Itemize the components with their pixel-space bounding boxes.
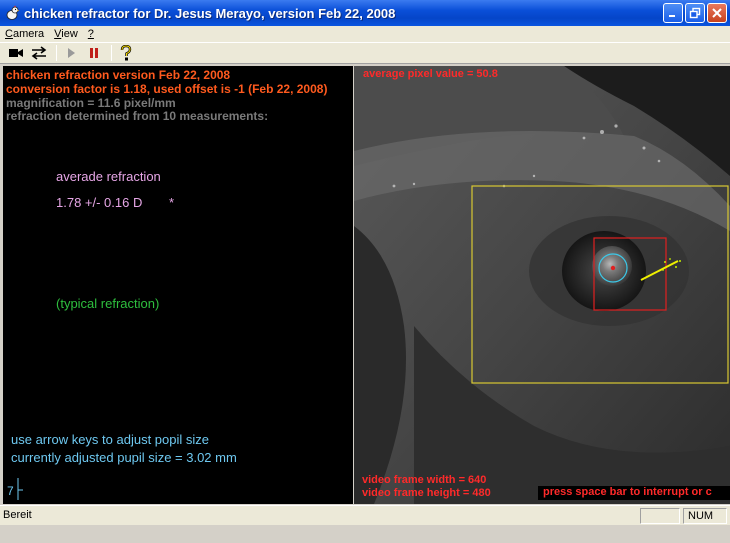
pupil-hint-text: use arrow keys to adjust popil size [11,432,209,447]
average-refraction-value: 1.78 +/- 0.16 D [56,195,143,210]
camera-view[interactable]: average pixel value = 50.8 video frame w… [354,66,730,504]
status-pane-empty [640,508,680,524]
window-controls [663,3,727,23]
frame-width-text: video frame width = 640 [362,474,487,486]
pause-button[interactable] [84,44,104,62]
title-bar[interactable]: chicken refractor for Dr. Jesus Merayo, … [0,0,730,26]
refraction-info-panel: chicken refraction version Feb 22, 2008 … [3,66,353,504]
conversion-text: conversion factor is 1.18, used offset i… [6,82,328,96]
app-window: chicken refractor for Dr. Jesus Merayo, … [0,0,730,543]
version-text: chicken refraction version Feb 22, 2008 [6,68,231,82]
toolbar [0,42,730,64]
menu-help-label: ? [87,28,94,40]
help-icon [120,45,132,61]
status-text: Bereit [3,509,32,521]
status-bar: Bereit NUM [0,505,730,525]
close-button[interactable] [707,3,727,23]
menu-camera-mnemonic: C [5,28,13,40]
play-icon [68,48,75,58]
camera-icon [9,49,23,57]
minimize-icon [669,15,675,17]
interrupt-banner-text: press space bar to interrupt or c [543,486,712,498]
adjust-button[interactable] [29,44,49,62]
window-title: chicken refractor for Dr. Jesus Merayo, … [24,5,396,21]
menu-help[interactable]: ? [83,28,99,40]
toolbar-separator-2 [111,45,112,61]
menu-camera[interactable]: Camera [0,28,49,40]
menu-view-rest: iew [61,28,78,40]
axis-indicator: 7 [7,478,23,500]
interrupt-banner: press space bar to interrupt or c [538,486,730,500]
close-icon [712,8,722,18]
camera-image [354,66,730,504]
typical-refraction-label: (typical refraction) [56,296,160,311]
toolbar-separator [56,45,57,61]
maximize-icon [689,7,701,19]
camera-button[interactable] [6,44,26,62]
help-button[interactable] [116,44,136,62]
pause-icon [90,48,98,58]
measurements-text: refraction determined from 10 measuremen… [6,109,269,123]
pixel-value-text: average pixel value = 50.8 [363,68,498,80]
average-refraction-marker: * [169,195,175,210]
axis-line [17,478,23,500]
chicken-app-icon [6,5,20,20]
frame-height-text: video frame height = 480 [362,487,491,499]
menu-camera-rest: amera [12,28,45,40]
num-lock-label: NUM [688,510,714,522]
maximize-button[interactable] [685,3,705,23]
magnification-text: magnification = 11.6 pixel/mm [6,96,176,110]
menu-view[interactable]: View [49,28,83,40]
num-lock-indicator: NUM [683,508,727,524]
play-button[interactable] [61,44,81,62]
menu-bar: Camera View ? [0,26,730,42]
pupil-size-text: currently adjusted pupil size = 3.02 mm [11,450,237,465]
average-refraction-label: averade refraction [56,169,161,184]
adjust-icon [31,46,47,60]
axis-tick-label: 7 [7,484,14,498]
minimize-button[interactable] [663,3,683,23]
